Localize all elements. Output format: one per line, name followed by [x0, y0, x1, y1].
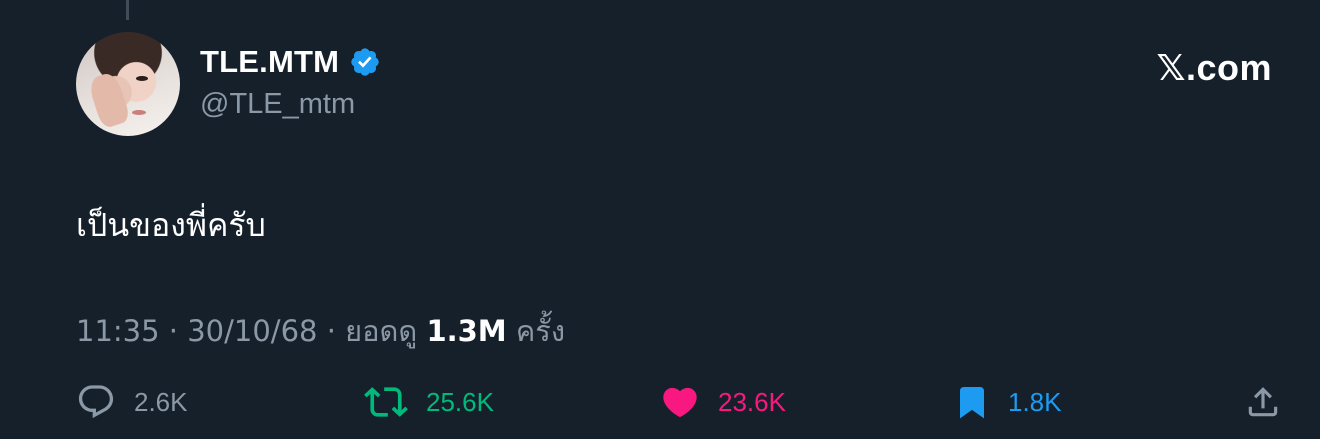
avatar-hand [86, 70, 132, 130]
bookmark-button[interactable]: 1.8K [954, 380, 1062, 424]
meta-separator: · [317, 314, 346, 348]
share-button[interactable] [1244, 380, 1282, 424]
avatar-eye [136, 76, 148, 81]
like-count: 23.6K [718, 386, 786, 417]
heart-icon [663, 387, 697, 418]
avatar-lips [132, 110, 146, 115]
bookmark-icon [960, 387, 984, 419]
author-display-name[interactable]: TLE.MTM [200, 44, 339, 80]
retweet-button[interactable]: 25.6K [364, 380, 494, 424]
x-brand-logo: 𝕏.com [1156, 47, 1272, 88]
retweet-icon [364, 387, 408, 417]
meta-separator: · [159, 314, 188, 348]
author-handle[interactable]: @TLE_mtm [200, 88, 355, 121]
tweet-time[interactable]: 11:35 [76, 314, 160, 348]
reply-icon [78, 385, 114, 419]
tweet-text: เป็นของพี่ครับ [76, 206, 266, 244]
share-icon [1248, 387, 1278, 417]
reply-count: 2.6K [134, 386, 188, 417]
verified-badge-icon [351, 48, 379, 76]
avatar[interactable] [76, 32, 180, 136]
views-count: 1.3M [426, 314, 507, 348]
tweet-meta: 11:35 · 30/10/68 · ยอดดู 1.3M ครั้ง [76, 308, 565, 354]
author-name-row: TLE.MTM [200, 44, 381, 80]
views-suffix: ครั้ง [515, 314, 566, 348]
bookmark-count: 1.8K [1008, 386, 1062, 417]
views-prefix: ยอดดู [345, 314, 418, 348]
reply-button[interactable]: 2.6K [76, 380, 188, 424]
thread-connector-line [126, 0, 129, 20]
tweet-date[interactable]: 30/10/68 [187, 314, 317, 348]
action-bar: 2.6K 25.6K 23.6K 1.8K [0, 380, 1320, 424]
retweet-count: 25.6K [426, 386, 494, 417]
like-button[interactable]: 23.6K [660, 380, 786, 424]
